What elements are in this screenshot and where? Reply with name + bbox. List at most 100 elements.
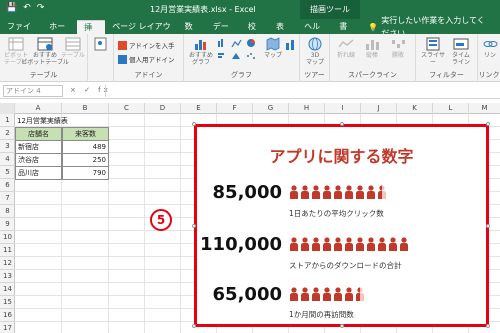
row-header-9[interactable]: 9 [0,218,15,231]
column-header-i[interactable]: I [325,103,361,114]
redo-icon[interactable]: ↷ [37,3,45,13]
tab-file[interactable]: ファイル [0,20,42,44]
resize-handle-sw[interactable] [192,324,196,328]
table-row-1-store[interactable]: 新宿店 [15,140,62,154]
formula-input[interactable] [105,85,497,97]
column-header-j[interactable]: J [361,103,397,114]
row-header-4[interactable]: 4 [0,153,15,166]
row-header-15[interactable]: 15 [0,296,15,309]
charts-group: おすすめ グラフ マップ グラフ [184,34,300,82]
link-button[interactable]: リン [481,37,499,59]
stat-value-2: 110,000 [200,234,282,255]
row-header-6[interactable]: 6 [0,179,15,192]
tab-help[interactable]: ヘルプ [297,20,332,44]
column-header-k[interactable]: K [397,103,433,114]
row-header-13[interactable]: 13 [0,270,15,283]
resize-handle-s[interactable] [340,324,344,328]
column-header-h[interactable]: H [289,103,325,114]
people-icons-3 [289,287,365,301]
illustrations-button[interactable] [93,37,109,52]
column-header-m[interactable]: M [469,103,500,114]
tab-insert[interactable]: 挿入 [77,20,106,45]
table-row-3-visitors[interactable]: 790 [62,166,109,180]
person-icon [300,287,310,303]
my-addins-button[interactable]: 個人用アドイン [118,54,175,64]
infographic-addin[interactable]: アプリに関する数字 85,000 1日あたりの平均クリック数 110,000 ス… [194,124,489,327]
cell-a1[interactable]: 12月営業実績表 [15,115,70,127]
person-icon [322,287,332,303]
select-all-corner[interactable] [0,103,15,114]
column-header-b[interactable]: B [62,103,109,114]
stat-caption-2: ストアからのダウンロードの合計 [289,261,402,270]
timeline-button[interactable]: タイム ライン [448,37,474,66]
row-header-1[interactable]: 1 [0,114,15,127]
drawing-tools-tab[interactable]: 描画ツール [300,0,360,19]
resize-handle-se[interactable] [486,324,490,328]
tables-group-label: テーブル [29,71,58,79]
tab-page-layout[interactable]: ページ レイアウト [105,20,177,44]
tab-data[interactable]: データ [206,20,241,44]
row-header-16[interactable]: 16 [0,309,15,322]
sparkline-line-button[interactable]: 折れ線 [334,37,358,59]
3d-map-button[interactable]: 3D マップ [305,37,325,66]
sparkline-line-icon [338,39,354,48]
column-header-l[interactable]: L [433,103,469,114]
table-row-3-store[interactable]: 品川店 [15,166,62,180]
table-button[interactable]: テーブル [61,37,85,59]
column-header-a[interactable]: A [15,103,62,114]
row-header-14[interactable]: 14 [0,283,15,296]
person-icon [355,185,365,201]
row-header-7[interactable]: 7 [0,192,15,205]
row-header-10[interactable]: 10 [0,231,15,244]
row-header-2[interactable]: 2 [0,127,15,140]
sparkline-winloss-button[interactable]: 勝敗 [386,37,410,59]
resize-handle-nw[interactable] [192,122,196,126]
recommended-pivottable-button[interactable]: おすすめ ピボットテーブル [21,37,69,66]
column-header-c[interactable]: C [109,103,145,114]
row-header-11[interactable]: 11 [0,244,15,257]
lightbulb-icon: 💡 [368,22,379,32]
illustrations-group [88,34,114,82]
save-icon[interactable]: 💾 [6,3,17,13]
get-addins-button[interactable]: アドインを入手 [118,40,175,50]
table-row-1-visitors[interactable]: 489 [62,140,109,154]
chart-type-buttons[interactable] [216,37,264,63]
resize-handle-w[interactable] [192,224,196,228]
undo-icon[interactable]: ↶ [23,3,31,13]
row-header-5[interactable]: 5 [0,166,15,179]
column-header-d[interactable]: D [145,103,181,114]
table-header-store[interactable]: 店舗名 [15,127,62,141]
tab-review[interactable]: 校閲 [241,20,269,44]
person-icon [322,185,332,201]
maps-button[interactable]: マップ [264,37,282,59]
column-header-g[interactable]: G [253,103,289,114]
tell-me-box[interactable]: 💡 実行したい作業を入力してください [360,16,500,38]
infographic-title: アプリに関する数字 [269,147,414,166]
people-icons-1 [289,185,387,199]
person-icon [333,237,343,253]
slicer-button[interactable]: スライサー [420,37,446,66]
sparkline-column-button[interactable]: 縦棒 [360,37,384,59]
column-header-e[interactable]: E [181,103,217,114]
table-header-visitors[interactable]: 来客数 [62,127,109,141]
row-header-12[interactable]: 12 [0,257,15,270]
row-header-3[interactable]: 3 [0,140,15,153]
tab-home[interactable]: ホーム [42,20,77,44]
name-box[interactable]: アドイン 4 [3,85,63,97]
table-row-2-store[interactable]: 渋谷店 [15,153,62,167]
resize-handle-ne[interactable] [486,122,490,126]
recommended-charts-button[interactable]: おすすめ グラフ [188,37,214,66]
row-header-17[interactable]: 17 [0,322,15,333]
resize-handle-e[interactable] [486,224,490,228]
tab-format[interactable]: 書式 [332,20,360,44]
resize-handle-n[interactable] [340,122,344,126]
globe-icon [308,37,322,51]
row-header-8[interactable]: 8 [0,205,15,218]
step-number-badge: 5 [150,209,172,231]
tab-formulas[interactable]: 数式 [178,20,206,44]
image-icon [94,37,107,51]
table-row-2-visitors[interactable]: 250 [62,153,109,167]
tab-view[interactable]: 表示 [269,20,297,44]
column-header-f[interactable]: F [217,103,253,114]
pivotchart-button[interactable] [282,37,300,52]
